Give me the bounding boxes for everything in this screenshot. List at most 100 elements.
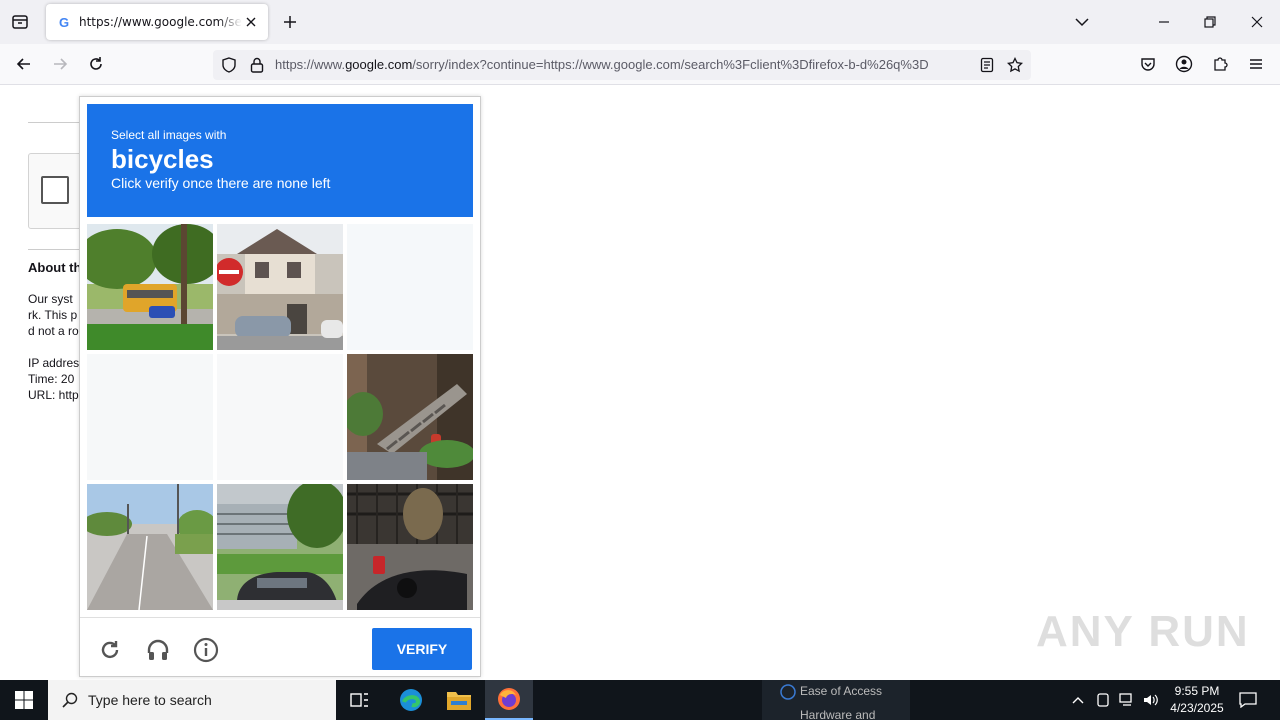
url-domain: google.com [345, 57, 413, 72]
reload-icon [90, 57, 102, 70]
edge-browser-icon [400, 689, 422, 711]
extensions-button[interactable] [1206, 50, 1234, 78]
captcha-header: Select all images with bicycles Click ve… [87, 104, 473, 217]
start-button[interactable] [0, 680, 48, 720]
captcha-target: bicycles [111, 144, 214, 174]
bookmark-star-icon[interactable] [1005, 55, 1025, 75]
captcha-tile-faded[interactable] [87, 354, 213, 480]
paragraph-line: d not a ro [28, 324, 79, 338]
chevron-up-icon [1072, 697, 1084, 704]
arrow-left-icon [16, 58, 30, 70]
paragraph-line: rk. This p [28, 308, 78, 322]
taskbar: Type here to search Ease of Access Hardw… [0, 680, 1280, 720]
file-explorer-taskbar-button[interactable] [435, 680, 483, 720]
volume-button[interactable] [1140, 680, 1162, 720]
meet-now-button[interactable] [1092, 680, 1114, 720]
paragraph-line: Our syst [28, 292, 73, 306]
back-button[interactable] [10, 50, 38, 78]
active-tab[interactable]: G https://www.google.com/search? [46, 4, 268, 40]
network-button[interactable] [1116, 680, 1138, 720]
hamburger-menu-icon [1250, 59, 1262, 69]
url-scheme: https://www. [275, 57, 346, 72]
google-g-icon: G [58, 14, 70, 30]
tracking-protection-shield-icon[interactable] [219, 55, 239, 75]
search-placeholder: Type here to search [88, 692, 212, 708]
chevron-down-icon [1075, 18, 1089, 27]
help-button[interactable] [192, 636, 220, 664]
firefox-icon [498, 688, 520, 710]
captcha-tile-car-building[interactable] [217, 484, 343, 610]
restore-icon [1204, 16, 1216, 28]
close-window-button[interactable] [1237, 6, 1277, 38]
captcha-tile-house-sign[interactable] [217, 224, 343, 350]
url-text[interactable]: https://www.google.com/sorry/index?conti… [275, 57, 971, 72]
firefox-view-icon [12, 15, 28, 29]
show-hidden-icons-button[interactable] [1066, 680, 1090, 720]
ease-of-access-icon [780, 684, 796, 700]
url-bar[interactable]: https://www.google.com/sorry/index?conti… [213, 50, 1031, 80]
captcha-footer: VERIFY [80, 617, 480, 677]
about-heading: About th [28, 260, 82, 275]
captcha-tile-faded[interactable] [347, 224, 473, 350]
puzzle-icon [1214, 57, 1228, 71]
app-menu-button[interactable] [1242, 50, 1270, 78]
audio-challenge-button[interactable] [144, 636, 172, 664]
url-line: URL: http [28, 388, 79, 402]
captcha-tile-faded[interactable] [217, 354, 343, 480]
captcha-tile-road[interactable] [87, 484, 213, 610]
captcha-tile-stairs-hydrant[interactable] [347, 354, 473, 480]
info-icon [193, 637, 219, 663]
device-icon [1097, 693, 1109, 707]
verify-button[interactable]: VERIFY [372, 628, 472, 670]
clock-date: 4/23/2025 [1170, 701, 1224, 715]
action-center-button[interactable] [1234, 680, 1262, 720]
minimize-icon [1159, 21, 1169, 23]
reload-icon [101, 641, 119, 659]
pocket-button[interactable] [1134, 50, 1162, 78]
firefox-taskbar-button[interactable] [485, 680, 533, 720]
headphones-icon [147, 639, 169, 660]
watermark-logo: ANY RUN [1036, 607, 1250, 656]
minimize-button[interactable] [1144, 6, 1184, 38]
taskbar-search-box[interactable]: Type here to search [48, 680, 336, 720]
time-line: Time: 20 [28, 372, 75, 386]
peek-item: Hardware and [800, 708, 876, 720]
firefox-view-button[interactable] [8, 10, 32, 34]
account-icon [1175, 55, 1193, 73]
captcha-image-grid [87, 224, 473, 610]
task-view-icon [350, 693, 368, 707]
reload-challenge-button[interactable] [96, 636, 124, 664]
restore-button[interactable] [1190, 6, 1230, 38]
tab-title: https://www.google.com/search? [79, 15, 242, 29]
forward-button[interactable] [46, 50, 74, 78]
windows-logo-icon [15, 691, 33, 709]
account-button[interactable] [1170, 50, 1198, 78]
ip-address-line: IP addres [28, 356, 80, 370]
reload-button[interactable] [82, 50, 110, 78]
captcha-tile-motorbike[interactable] [347, 484, 473, 610]
reader-view-icon[interactable] [977, 55, 997, 75]
folder-icon [447, 692, 471, 710]
captcha-hint: Click verify once there are none left [111, 175, 331, 191]
tab-close-button[interactable] [242, 13, 260, 31]
captcha-tile-bus-street[interactable] [87, 224, 213, 350]
plus-icon [284, 16, 296, 28]
page-content: About th Our syst rk. This p d not a ro … [0, 85, 1280, 680]
edge-taskbar-button[interactable] [387, 680, 435, 720]
clock-time: 9:55 PM [1174, 684, 1220, 698]
new-tab-button[interactable] [278, 10, 302, 34]
taskbar-clock[interactable]: 9:55 PM 4/23/2025 [1160, 683, 1234, 717]
pocket-icon [1141, 58, 1155, 71]
close-icon [1251, 16, 1263, 28]
captcha-challenge: Select all images with bicycles Click ve… [79, 96, 481, 677]
speaker-icon [1144, 694, 1158, 706]
arrow-right-icon [54, 58, 68, 70]
task-view-button[interactable] [336, 680, 384, 720]
list-all-tabs-button[interactable] [1070, 10, 1094, 34]
recaptcha-checkbox[interactable] [41, 176, 69, 204]
navigation-toolbar: https://www.google.com/sorry/index?conti… [0, 44, 1280, 85]
network-icon [1119, 693, 1132, 706]
lock-icon[interactable] [247, 55, 267, 75]
search-icon [62, 692, 78, 708]
tab-strip: G https://www.google.com/search? [0, 0, 1280, 44]
